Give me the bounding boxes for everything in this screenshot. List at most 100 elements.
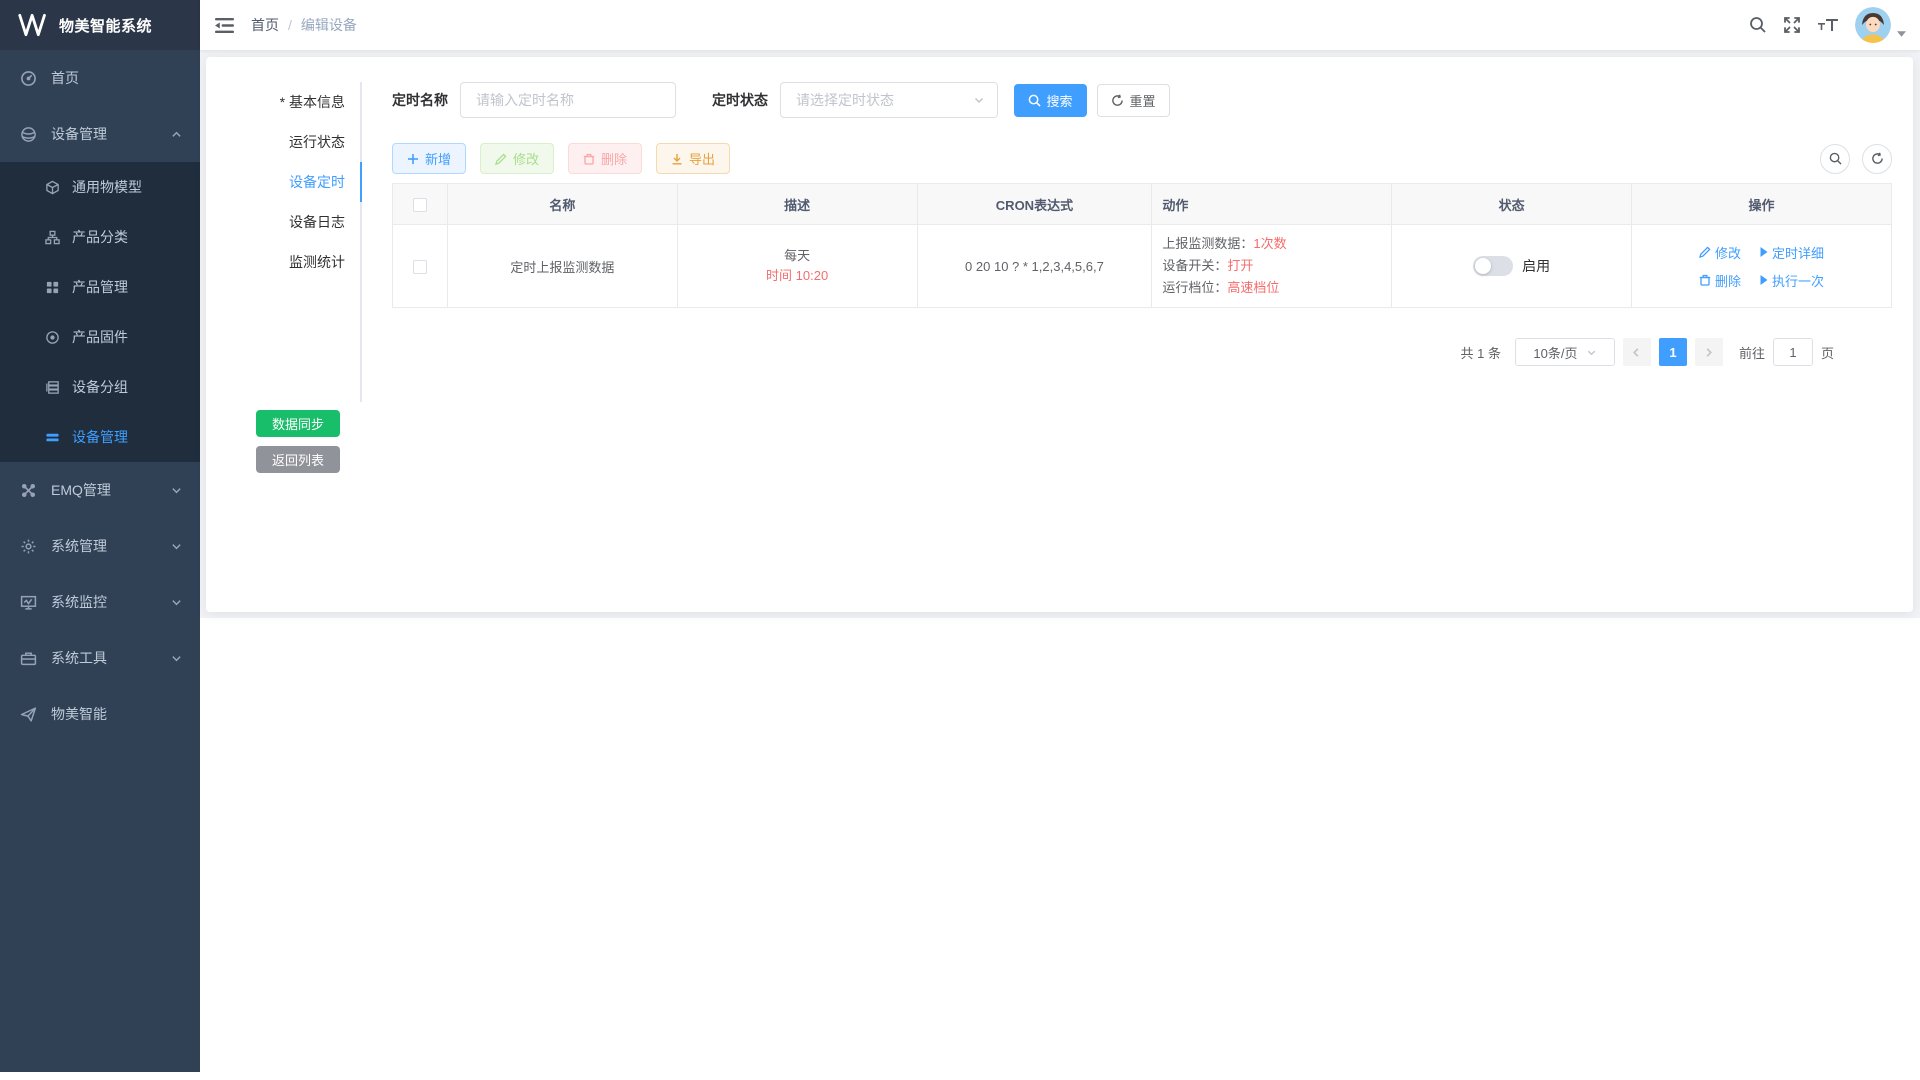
cell-ops: 修改 定时详细 xyxy=(1632,225,1892,308)
timer-name-input[interactable] xyxy=(460,82,676,118)
caret-down-icon xyxy=(1897,31,1906,37)
search-icon xyxy=(1028,94,1041,107)
dashboard-icon xyxy=(20,70,37,87)
sidebar-item-wumei-smart[interactable]: 物美智能 xyxy=(0,686,200,742)
table-header-row: 名称 描述 CRON表达式 动作 状态 操作 xyxy=(393,184,1892,225)
chevron-down-icon xyxy=(171,485,182,496)
select-all-checkbox[interactable] xyxy=(413,198,427,212)
cell-status: 启用 xyxy=(1392,225,1632,308)
device-list-icon xyxy=(45,430,60,445)
search-icon xyxy=(1749,16,1767,34)
data-sync-button[interactable]: 数据同步 xyxy=(256,410,340,437)
page-number-current[interactable]: 1 xyxy=(1659,338,1687,366)
app-logo[interactable]: 物美智能系统 xyxy=(0,0,200,50)
col-ops: 操作 xyxy=(1632,184,1892,225)
refresh-icon xyxy=(1111,94,1124,107)
sidebar-item-device-manage[interactable]: 设备管理 xyxy=(0,106,200,162)
cell-name: 定时上报监测数据 xyxy=(447,225,677,308)
sidebar-item-device-manage-sub[interactable]: 设备管理 xyxy=(0,412,200,462)
tab-device-log[interactable]: 设备日志 xyxy=(263,202,360,242)
tab-monitor-stats[interactable]: 监测统计 xyxy=(263,242,360,282)
sidebar-item-product-firmware[interactable]: 产品固件 xyxy=(0,312,200,362)
toolbar-right xyxy=(1820,144,1892,174)
pagination-total: 共 1 条 xyxy=(1461,343,1501,362)
emq-icon xyxy=(20,482,37,499)
page-size-select[interactable]: 10条/页 xyxy=(1515,338,1615,366)
sidebar-item-device-group[interactable]: 设备分组 xyxy=(0,362,200,412)
cell-cron: 0 20 10 ? * 1,2,3,4,5,6,7 xyxy=(917,225,1152,308)
add-button[interactable]: 新增 xyxy=(392,143,466,174)
col-status: 状态 xyxy=(1392,184,1632,225)
row-run-once-link[interactable]: 执行一次 xyxy=(1759,271,1824,290)
product-icon xyxy=(45,280,60,295)
tab-basic-info[interactable]: * 基本信息 xyxy=(263,82,360,122)
settings-icon xyxy=(20,538,37,555)
side-action-buttons: 数据同步 返回列表 xyxy=(256,410,340,473)
header-search-button[interactable] xyxy=(1749,16,1767,34)
font-size-icon xyxy=(1817,17,1839,33)
col-name: 名称 xyxy=(447,184,677,225)
tab-device-timer[interactable]: 设备定时 xyxy=(263,162,360,202)
export-button[interactable]: 导出 xyxy=(656,143,730,174)
chevron-down-icon xyxy=(1586,347,1597,358)
edit-button[interactable]: 修改 xyxy=(480,143,554,174)
device-edit-card: * 基本信息 运行状态 设备定时 设备日志 监测统计 数据同步 返回列表 定时名… xyxy=(206,57,1913,612)
user-menu[interactable] xyxy=(1855,7,1906,43)
goto-page-input[interactable] xyxy=(1773,338,1813,366)
timer-name-label: 定时名称 xyxy=(392,90,448,110)
caret-right-icon xyxy=(1759,247,1768,257)
col-desc: 描述 xyxy=(677,184,917,225)
firmware-icon xyxy=(45,330,60,345)
fullscreen-button[interactable] xyxy=(1783,16,1801,34)
pagination: 共 1 条 10条/页 1 前往 页 xyxy=(392,338,1892,366)
col-action: 动作 xyxy=(1152,184,1392,225)
font-size-button[interactable] xyxy=(1817,17,1839,33)
row-delete-link[interactable]: 删除 xyxy=(1699,271,1741,290)
row-checkbox[interactable] xyxy=(413,260,427,274)
status-toggle[interactable] xyxy=(1473,256,1513,276)
sidebar-item-thing-model[interactable]: 通用物模型 xyxy=(0,162,200,212)
row-edit-link[interactable]: 修改 xyxy=(1699,243,1741,262)
cell-desc: 每天 时间 10:20 xyxy=(677,225,917,308)
main-content: * 基本信息 运行状态 设备定时 设备日志 监测统计 数据同步 返回列表 定时名… xyxy=(200,50,1920,618)
tools-icon xyxy=(20,650,37,667)
sidebar-item-system-tools[interactable]: 系统工具 xyxy=(0,630,200,686)
timer-status-label: 定时状态 xyxy=(712,90,768,110)
breadcrumb-separator: / xyxy=(288,17,292,33)
fullscreen-icon xyxy=(1783,16,1801,34)
sidebar-item-product-category[interactable]: 产品分类 xyxy=(0,212,200,262)
sidebar-item-emq[interactable]: EMQ管理 xyxy=(0,462,200,518)
chevron-down-icon xyxy=(171,653,182,664)
timer-status-select[interactable]: 请选择定时状态 xyxy=(780,82,998,118)
show-search-button[interactable] xyxy=(1820,144,1850,174)
goto-unit: 页 xyxy=(1821,343,1834,362)
sidebar: 物美智能系统 首页 设备管理 通用物模型 产品分类 产品管理 xyxy=(0,0,200,1072)
plus-icon xyxy=(407,153,419,165)
refresh-table-button[interactable] xyxy=(1862,144,1892,174)
col-cron: CRON表达式 xyxy=(917,184,1152,225)
category-icon xyxy=(45,230,60,245)
header-actions xyxy=(1749,7,1920,43)
sidebar-item-system-manage[interactable]: 系统管理 xyxy=(0,518,200,574)
delete-button[interactable]: 删除 xyxy=(568,143,642,174)
tab-run-status[interactable]: 运行状态 xyxy=(263,122,360,162)
filter-form: 定时名称 定时状态 请选择定时状态 搜索 重置 xyxy=(392,82,1892,118)
back-to-list-button[interactable]: 返回列表 xyxy=(256,446,340,473)
cell-action: 上报监测数据：1次数 设备开关：打开 运行档位：高速档位 xyxy=(1152,225,1392,308)
row-timer-detail-link[interactable]: 定时详细 xyxy=(1759,243,1824,262)
sidebar-toggle-button[interactable] xyxy=(200,0,249,50)
breadcrumb: 首页 / 编辑设备 xyxy=(251,15,357,35)
breadcrumb-home[interactable]: 首页 xyxy=(251,15,279,35)
chevron-left-icon xyxy=(1631,347,1642,358)
chevron-right-icon xyxy=(1703,347,1714,358)
trash-icon xyxy=(1699,274,1711,286)
sidebar-item-system-monitor[interactable]: 系统监控 xyxy=(0,574,200,630)
prev-page-button[interactable] xyxy=(1623,338,1651,366)
sidebar-item-home[interactable]: 首页 xyxy=(0,50,200,106)
sidebar-menu: 首页 设备管理 通用物模型 产品分类 产品管理 产品固件 xyxy=(0,50,200,742)
next-page-button[interactable] xyxy=(1695,338,1723,366)
reset-button[interactable]: 重置 xyxy=(1097,84,1170,117)
search-button[interactable]: 搜索 xyxy=(1014,84,1087,117)
sidebar-item-product-manage[interactable]: 产品管理 xyxy=(0,262,200,312)
goto-label: 前往 xyxy=(1739,343,1765,362)
